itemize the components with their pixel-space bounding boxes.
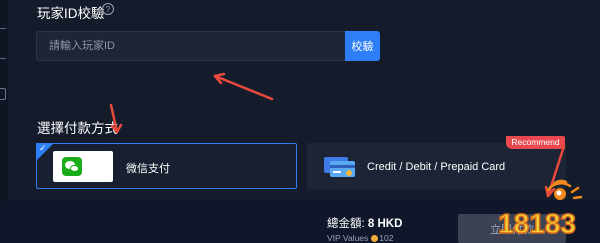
coin-icon bbox=[371, 235, 379, 243]
svg-text:18183: 18183 bbox=[498, 208, 576, 239]
card-label: Credit / Debit / Prepaid Card bbox=[367, 161, 506, 173]
question-circle-icon[interactable]: ? bbox=[102, 3, 114, 15]
arrow-to-input bbox=[213, 74, 274, 101]
edge-toggle[interactable] bbox=[0, 88, 6, 100]
vip-label: VIP Values bbox=[327, 233, 369, 243]
check-icon: ✓ bbox=[39, 143, 47, 153]
wechat-label: 微信支付 bbox=[126, 163, 170, 175]
credit-card-icon bbox=[324, 157, 355, 177]
payment-option-wechat[interactable]: ✓ 微信支付 bbox=[36, 143, 297, 189]
edge-divider bbox=[0, 58, 6, 59]
edge-divider bbox=[0, 28, 6, 29]
recommend-badge: Recommend bbox=[506, 136, 565, 149]
watermark-logo: 18183 bbox=[497, 179, 583, 240]
wechat-badge bbox=[53, 151, 113, 182]
total-amount: 總金額: 8 HKD bbox=[327, 215, 402, 231]
vip-value: 102 bbox=[379, 233, 394, 243]
wechat-icon bbox=[62, 157, 82, 176]
verify-button[interactable]: 校驗 bbox=[345, 31, 380, 61]
payment-method-title: 選擇付款方式 bbox=[37, 121, 118, 136]
vip-values: VIP Values 102 bbox=[327, 233, 393, 243]
total-label: 總金額: bbox=[327, 218, 365, 230]
arrow-head-input bbox=[213, 72, 226, 85]
player-id-input[interactable] bbox=[36, 31, 345, 61]
total-value: 8 HKD bbox=[367, 218, 403, 230]
player-id-title: 玩家ID校驗 bbox=[37, 6, 105, 21]
